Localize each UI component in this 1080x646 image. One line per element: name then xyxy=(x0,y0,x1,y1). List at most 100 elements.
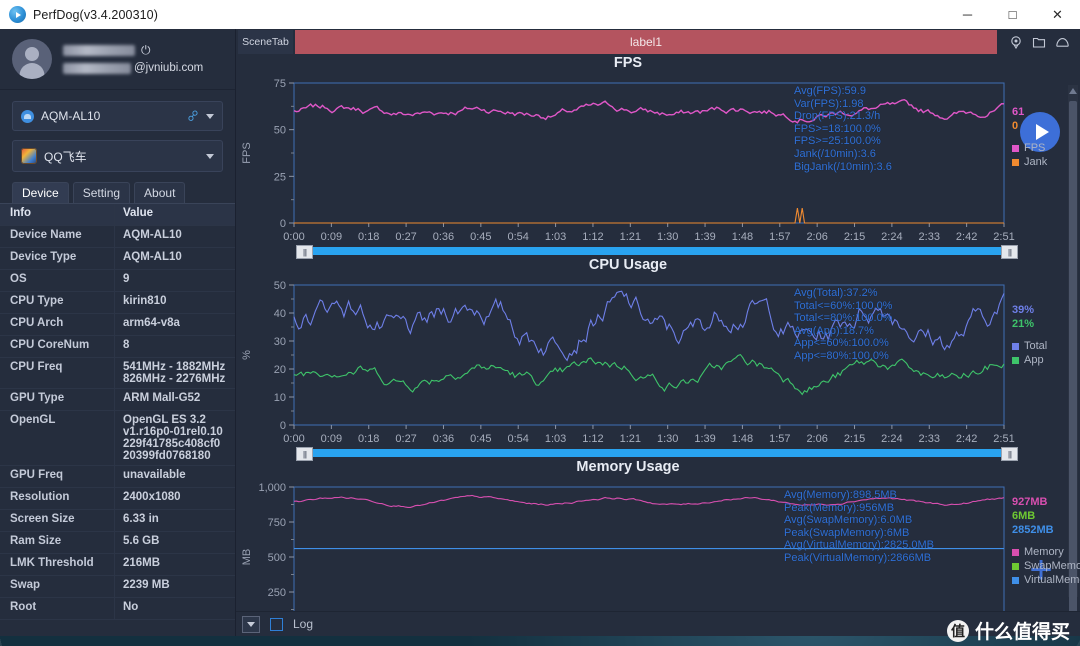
chart-plot[interactable]: 0 25 50 75 FPS 0:00 0:09 0:18 0:27 0:36 0:45 0:54 1:… xyxy=(236,55,1080,250)
power-icon[interactable]: ⏻ xyxy=(141,44,151,56)
legend-item-app[interactable]: App xyxy=(1012,353,1047,367)
legend-item-virtualmemory[interactable]: VirtualMemory xyxy=(1012,573,1080,587)
legend-value-memory: 927MB xyxy=(1012,496,1048,508)
table-row[interactable]: LMK Threshold 216MB xyxy=(0,554,235,576)
table-row[interactable]: CPU CoreNum 8 xyxy=(0,336,235,358)
svg-text:2:15: 2:15 xyxy=(844,231,865,243)
table-row[interactable]: Device Type AQM-AL10 xyxy=(0,248,235,270)
svg-text:0: 0 xyxy=(280,420,286,432)
table-row[interactable]: Screen Size 6.33 in xyxy=(0,510,235,532)
chart-plot[interactable]: 0 10 20 30 40 50% 0:00 0:09 0:18 0:27 0:36 0:45 0:54… xyxy=(236,257,1080,452)
maximize-button[interactable]: □ xyxy=(990,0,1035,29)
app-select[interactable]: QQ飞车 xyxy=(12,140,223,172)
timeline-scrollbar[interactable]: ||| ||| xyxy=(296,447,1018,461)
cloud-icon[interactable] xyxy=(1055,35,1070,49)
value-cell: 5.6 GB xyxy=(123,535,160,547)
table-row[interactable]: Root No xyxy=(0,598,235,620)
usb-icon[interactable]: ☍ xyxy=(185,107,201,124)
log-expand-toggle[interactable] xyxy=(242,615,260,633)
table-row[interactable]: Ram Size 5.6 GB xyxy=(0,532,235,554)
timeline-track[interactable] xyxy=(296,449,1018,457)
legend-value-swapmemory: 6MB xyxy=(1012,510,1036,522)
legend-item-fps[interactable]: FPS xyxy=(1012,141,1047,155)
svg-text:1:48: 1:48 xyxy=(732,433,753,445)
info-cell: Device Name xyxy=(0,226,115,247)
legend-gap xyxy=(1012,331,1047,339)
svg-text:0: 0 xyxy=(280,218,286,230)
minimize-button[interactable]: ─ xyxy=(945,0,990,29)
legend-item-swapmemory[interactable]: SwapMemory xyxy=(1012,559,1080,573)
app-logo-icon xyxy=(9,6,26,23)
scene-tab-button[interactable]: SceneTab xyxy=(238,30,293,54)
value-cell: 541MHz - 1882MHz 826MHz - 2276MHz xyxy=(123,361,226,385)
value-cell: unavailable xyxy=(123,469,186,481)
folder-icon[interactable] xyxy=(1032,35,1046,49)
table-row[interactable]: OpenGL OpenGL ES 3.2 v1.r16p0-01rel0.10 229… xyxy=(0,411,235,466)
game-app-icon xyxy=(21,148,37,164)
table-row[interactable]: CPU Arch arm64-v8a xyxy=(0,314,235,336)
timeline-scrollbar[interactable]: ||| ||| xyxy=(296,245,1018,259)
column-header-value: Value xyxy=(123,207,154,219)
scene-label-bar[interactable]: label1 xyxy=(295,30,997,54)
android-icon xyxy=(21,109,34,123)
table-row[interactable]: GPU Freq unavailable xyxy=(0,466,235,488)
info-cell: Swap xyxy=(0,576,115,597)
value-cell: kirin810 xyxy=(123,295,167,307)
table-row[interactable]: Device Name AQM-AL10 xyxy=(0,226,235,248)
location-pin-icon[interactable] xyxy=(1009,35,1023,49)
svg-text:2:42: 2:42 xyxy=(956,231,977,243)
device-select[interactable]: AQM-AL10 ☍ xyxy=(12,101,223,131)
legend-item-memory[interactable]: Memory xyxy=(1012,545,1080,559)
account-name-redacted xyxy=(63,44,135,56)
table-header-row: Info Value xyxy=(0,204,235,226)
stat-line: App<=80%:100.0% xyxy=(794,349,889,362)
sidebar: ⏻ @jvniubi.com AQM-AL10 ☍ QQ飞车 Device Se… xyxy=(0,29,236,636)
table-row[interactable]: Swap 2239 MB xyxy=(0,576,235,598)
svg-text:2:33: 2:33 xyxy=(919,433,940,445)
timeline-track[interactable] xyxy=(296,247,1018,255)
tab-setting[interactable]: Setting xyxy=(72,182,131,203)
close-button[interactable]: ✕ xyxy=(1035,0,1080,29)
stat-line: Peak(SwapMemory):6MB xyxy=(784,526,910,539)
info-cell: Screen Size xyxy=(0,510,115,531)
value-cell: 6.33 in xyxy=(123,513,159,525)
legend-item-total[interactable]: Total xyxy=(1012,339,1047,353)
legend-swatch xyxy=(1012,548,1019,556)
svg-text:1:48: 1:48 xyxy=(732,231,753,243)
svg-text:0:27: 0:27 xyxy=(395,231,416,243)
tab-about[interactable]: About xyxy=(134,182,186,203)
sidebar-tabs: Device Setting About xyxy=(12,182,235,203)
svg-text:50: 50 xyxy=(274,125,286,137)
stat-line: Peak(Memory):956MB xyxy=(784,501,895,514)
table-row[interactable]: GPU Type ARM Mall-G52 xyxy=(0,389,235,411)
legend-item-jank[interactable]: Jank xyxy=(1012,155,1047,169)
tab-device[interactable]: Device xyxy=(12,182,69,203)
chart-plot[interactable]: 02505007501,000MB0:000:090:180:270:360:4… xyxy=(236,459,1080,611)
legend-swatch xyxy=(1012,342,1019,350)
stat-line: Avg(FPS):59.9 xyxy=(794,85,866,97)
table-row[interactable]: CPU Type kirin810 xyxy=(0,292,235,314)
table-row[interactable]: Resolution 2400x1080 xyxy=(0,488,235,510)
legend-swatch xyxy=(1012,576,1019,584)
value-cell: 8 xyxy=(123,339,130,351)
series-jank xyxy=(294,208,1004,224)
table-row[interactable]: CPU Freq 541MHz - 1882MHz 826MHz - 2276MHz xyxy=(0,358,235,389)
app-select-label: QQ飞车 xyxy=(44,149,87,164)
svg-text:0:18: 0:18 xyxy=(358,231,379,243)
stat-line: Drop(FPS):21.3/h xyxy=(794,110,881,123)
charts-area: + FPS 0 25 50 75 FPS 0:00 0:09 0:18 0:27 0:36 0:45 0… xyxy=(236,55,1080,611)
svg-text:2:06: 2:06 xyxy=(806,231,827,243)
chart-stats: Avg(Total):37.2% Total<=60%:100.0% Total<=… xyxy=(794,287,892,363)
info-cell: Ram Size xyxy=(0,532,115,553)
svg-text:0:00: 0:00 xyxy=(283,433,304,445)
table-row[interactable]: OS 9 xyxy=(0,270,235,292)
log-checkbox[interactable] xyxy=(270,617,283,631)
scene-icons xyxy=(999,35,1080,49)
svg-text:2:15: 2:15 xyxy=(844,433,865,445)
stat-line: Avg(SwapMemory):6.0MB xyxy=(784,514,913,527)
info-cell: CPU Arch xyxy=(0,314,115,335)
svg-text:500: 500 xyxy=(268,552,286,564)
svg-text:1:12: 1:12 xyxy=(582,231,603,243)
value-cell: 216MB xyxy=(123,557,161,569)
legend-swatch xyxy=(1012,356,1019,364)
